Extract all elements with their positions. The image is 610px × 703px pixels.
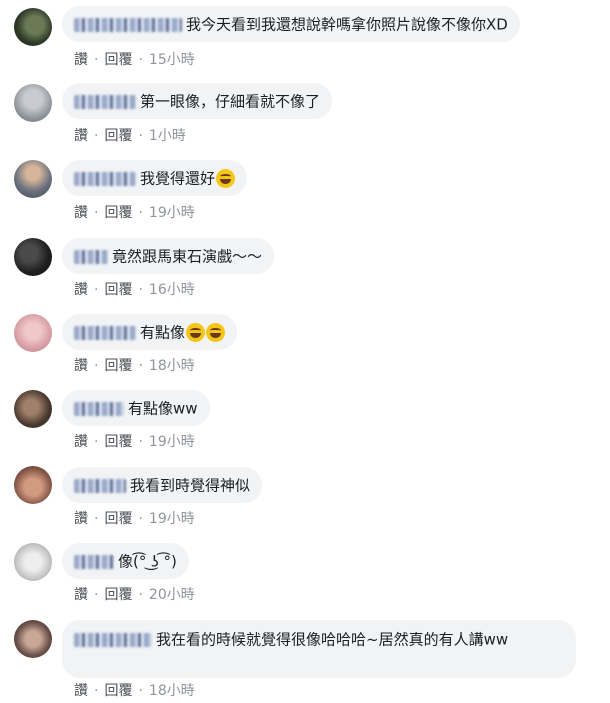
- timestamp[interactable]: 19小時: [149, 511, 195, 527]
- like-button[interactable]: 讚: [74, 683, 88, 699]
- like-button[interactable]: 讚: [74, 358, 88, 374]
- comment-text: 我覺得還好: [140, 169, 216, 188]
- comment-text: 有點像ww: [128, 399, 198, 418]
- separator: ·: [138, 587, 143, 603]
- separator: ·: [94, 282, 99, 298]
- avatar[interactable]: [14, 238, 52, 276]
- timestamp[interactable]: 20小時: [149, 587, 195, 603]
- commenter-name[interactable]: [74, 325, 136, 340]
- separator: ·: [94, 587, 99, 603]
- reply-button[interactable]: 回覆: [104, 511, 132, 527]
- avatar[interactable]: [14, 314, 52, 352]
- avatar[interactable]: [14, 466, 52, 504]
- timestamp[interactable]: 19小時: [149, 434, 195, 450]
- separator: ·: [94, 128, 99, 144]
- comment-text: 像(͡° ͜ʖ ͡°): [118, 552, 177, 571]
- commenter-name[interactable]: [74, 94, 136, 109]
- timestamp[interactable]: 19小時: [149, 205, 195, 221]
- commenter-name[interactable]: [74, 478, 126, 493]
- separator: ·: [94, 683, 99, 699]
- separator: ·: [94, 511, 99, 527]
- commenter-name[interactable]: [74, 554, 114, 569]
- commenter-name[interactable]: [74, 171, 136, 186]
- comment-bubble: 竟然跟馬東石演戲～～: [62, 238, 275, 274]
- commenter-name[interactable]: [74, 249, 108, 264]
- like-button[interactable]: 讚: [74, 205, 88, 221]
- laughing-emoji-icon: [216, 169, 236, 188]
- reply-button[interactable]: 回覆: [104, 282, 132, 298]
- avatar[interactable]: [14, 543, 52, 581]
- comment-bubble: 我今天看到我還想說幹嗎拿你照片說像不像你XD: [62, 6, 520, 42]
- reply-button[interactable]: 回覆: [104, 205, 132, 221]
- separator: ·: [94, 434, 99, 450]
- comment-bubble: 有點像: [62, 314, 238, 350]
- separator: ·: [138, 358, 143, 374]
- timestamp[interactable]: 18小時: [149, 358, 195, 374]
- separator: ·: [138, 205, 143, 221]
- separator: ·: [94, 52, 99, 68]
- comment-text: 竟然跟馬東石演戲～～: [112, 247, 263, 266]
- comment-bubble: 像(͡° ͜ʖ ͡°): [62, 543, 189, 579]
- separator: ·: [138, 683, 143, 699]
- comment-bubble: 我覺得還好: [62, 160, 248, 196]
- comment-actions: 讚 · 回覆 · 15小時: [74, 51, 201, 69]
- reply-button[interactable]: 回覆: [104, 358, 132, 374]
- comment-text: 我今天看到我還想說幹嗎拿你照片說像不像你XD: [186, 15, 508, 34]
- commenter-name[interactable]: [74, 401, 124, 416]
- like-button[interactable]: 讚: [74, 587, 88, 603]
- reply-button[interactable]: 回覆: [104, 434, 132, 450]
- comment-actions: 讚 · 回覆 · 18小時: [74, 357, 201, 375]
- comment-text: 我看到時覺得神似: [130, 476, 251, 495]
- comment-actions: 讚 · 回覆 · 19小時: [74, 510, 201, 528]
- comment-actions: 讚 · 回覆 · 19小時: [74, 204, 201, 222]
- avatar[interactable]: [14, 8, 52, 46]
- reply-button[interactable]: 回覆: [104, 683, 132, 699]
- commenter-name[interactable]: [74, 17, 182, 32]
- avatar[interactable]: [14, 390, 52, 428]
- like-button[interactable]: 讚: [74, 511, 88, 527]
- separator: ·: [138, 282, 143, 298]
- avatar[interactable]: [14, 84, 52, 122]
- laughing-emoji-icon: [206, 323, 226, 342]
- like-button[interactable]: 讚: [74, 434, 88, 450]
- separator: ·: [138, 128, 143, 144]
- separator: ·: [138, 434, 143, 450]
- reply-button[interactable]: 回覆: [104, 128, 132, 144]
- timestamp[interactable]: 18小時: [149, 683, 195, 699]
- separator: ·: [138, 511, 143, 527]
- reply-button[interactable]: 回覆: [104, 587, 132, 603]
- comment-text: 第一眼像，仔細看就不像了: [140, 92, 321, 111]
- commenter-name[interactable]: [74, 632, 152, 647]
- like-button[interactable]: 讚: [74, 282, 88, 298]
- comment-actions: 讚 · 回覆 · 20小時: [74, 586, 201, 604]
- comment-bubble: 第一眼像，仔細看就不像了: [62, 83, 333, 119]
- comment-actions: 讚 · 回覆 · 19小時: [74, 433, 201, 451]
- timestamp[interactable]: 15小時: [149, 52, 195, 68]
- timestamp[interactable]: 16小時: [149, 282, 195, 298]
- separator: ·: [138, 52, 143, 68]
- avatar[interactable]: [14, 620, 52, 658]
- like-button[interactable]: 讚: [74, 128, 88, 144]
- comment-actions: 讚 · 回覆 · 16小時: [74, 281, 201, 299]
- comment-bubble: 我在看的時候就覺得很像哈哈哈~居然真的有人講ww: [62, 620, 576, 678]
- like-button[interactable]: 讚: [74, 52, 88, 68]
- avatar[interactable]: [14, 160, 52, 198]
- comment-bubble: 我看到時覺得神似: [62, 467, 263, 503]
- comment-text: 有點像: [140, 323, 186, 342]
- comment-text: 我在看的時候就覺得很像哈哈哈~居然真的有人講ww: [156, 630, 509, 649]
- separator: ·: [94, 205, 99, 221]
- comment-actions: 讚 · 回覆 · 1小時: [74, 127, 192, 145]
- timestamp[interactable]: 1小時: [149, 128, 186, 144]
- laughing-emoji-icon: [186, 323, 206, 342]
- reply-button[interactable]: 回覆: [104, 52, 132, 68]
- comment-actions: 讚 · 回覆 · 18小時: [74, 682, 201, 700]
- comment-bubble: 有點像ww: [62, 390, 210, 426]
- separator: ·: [94, 358, 99, 374]
